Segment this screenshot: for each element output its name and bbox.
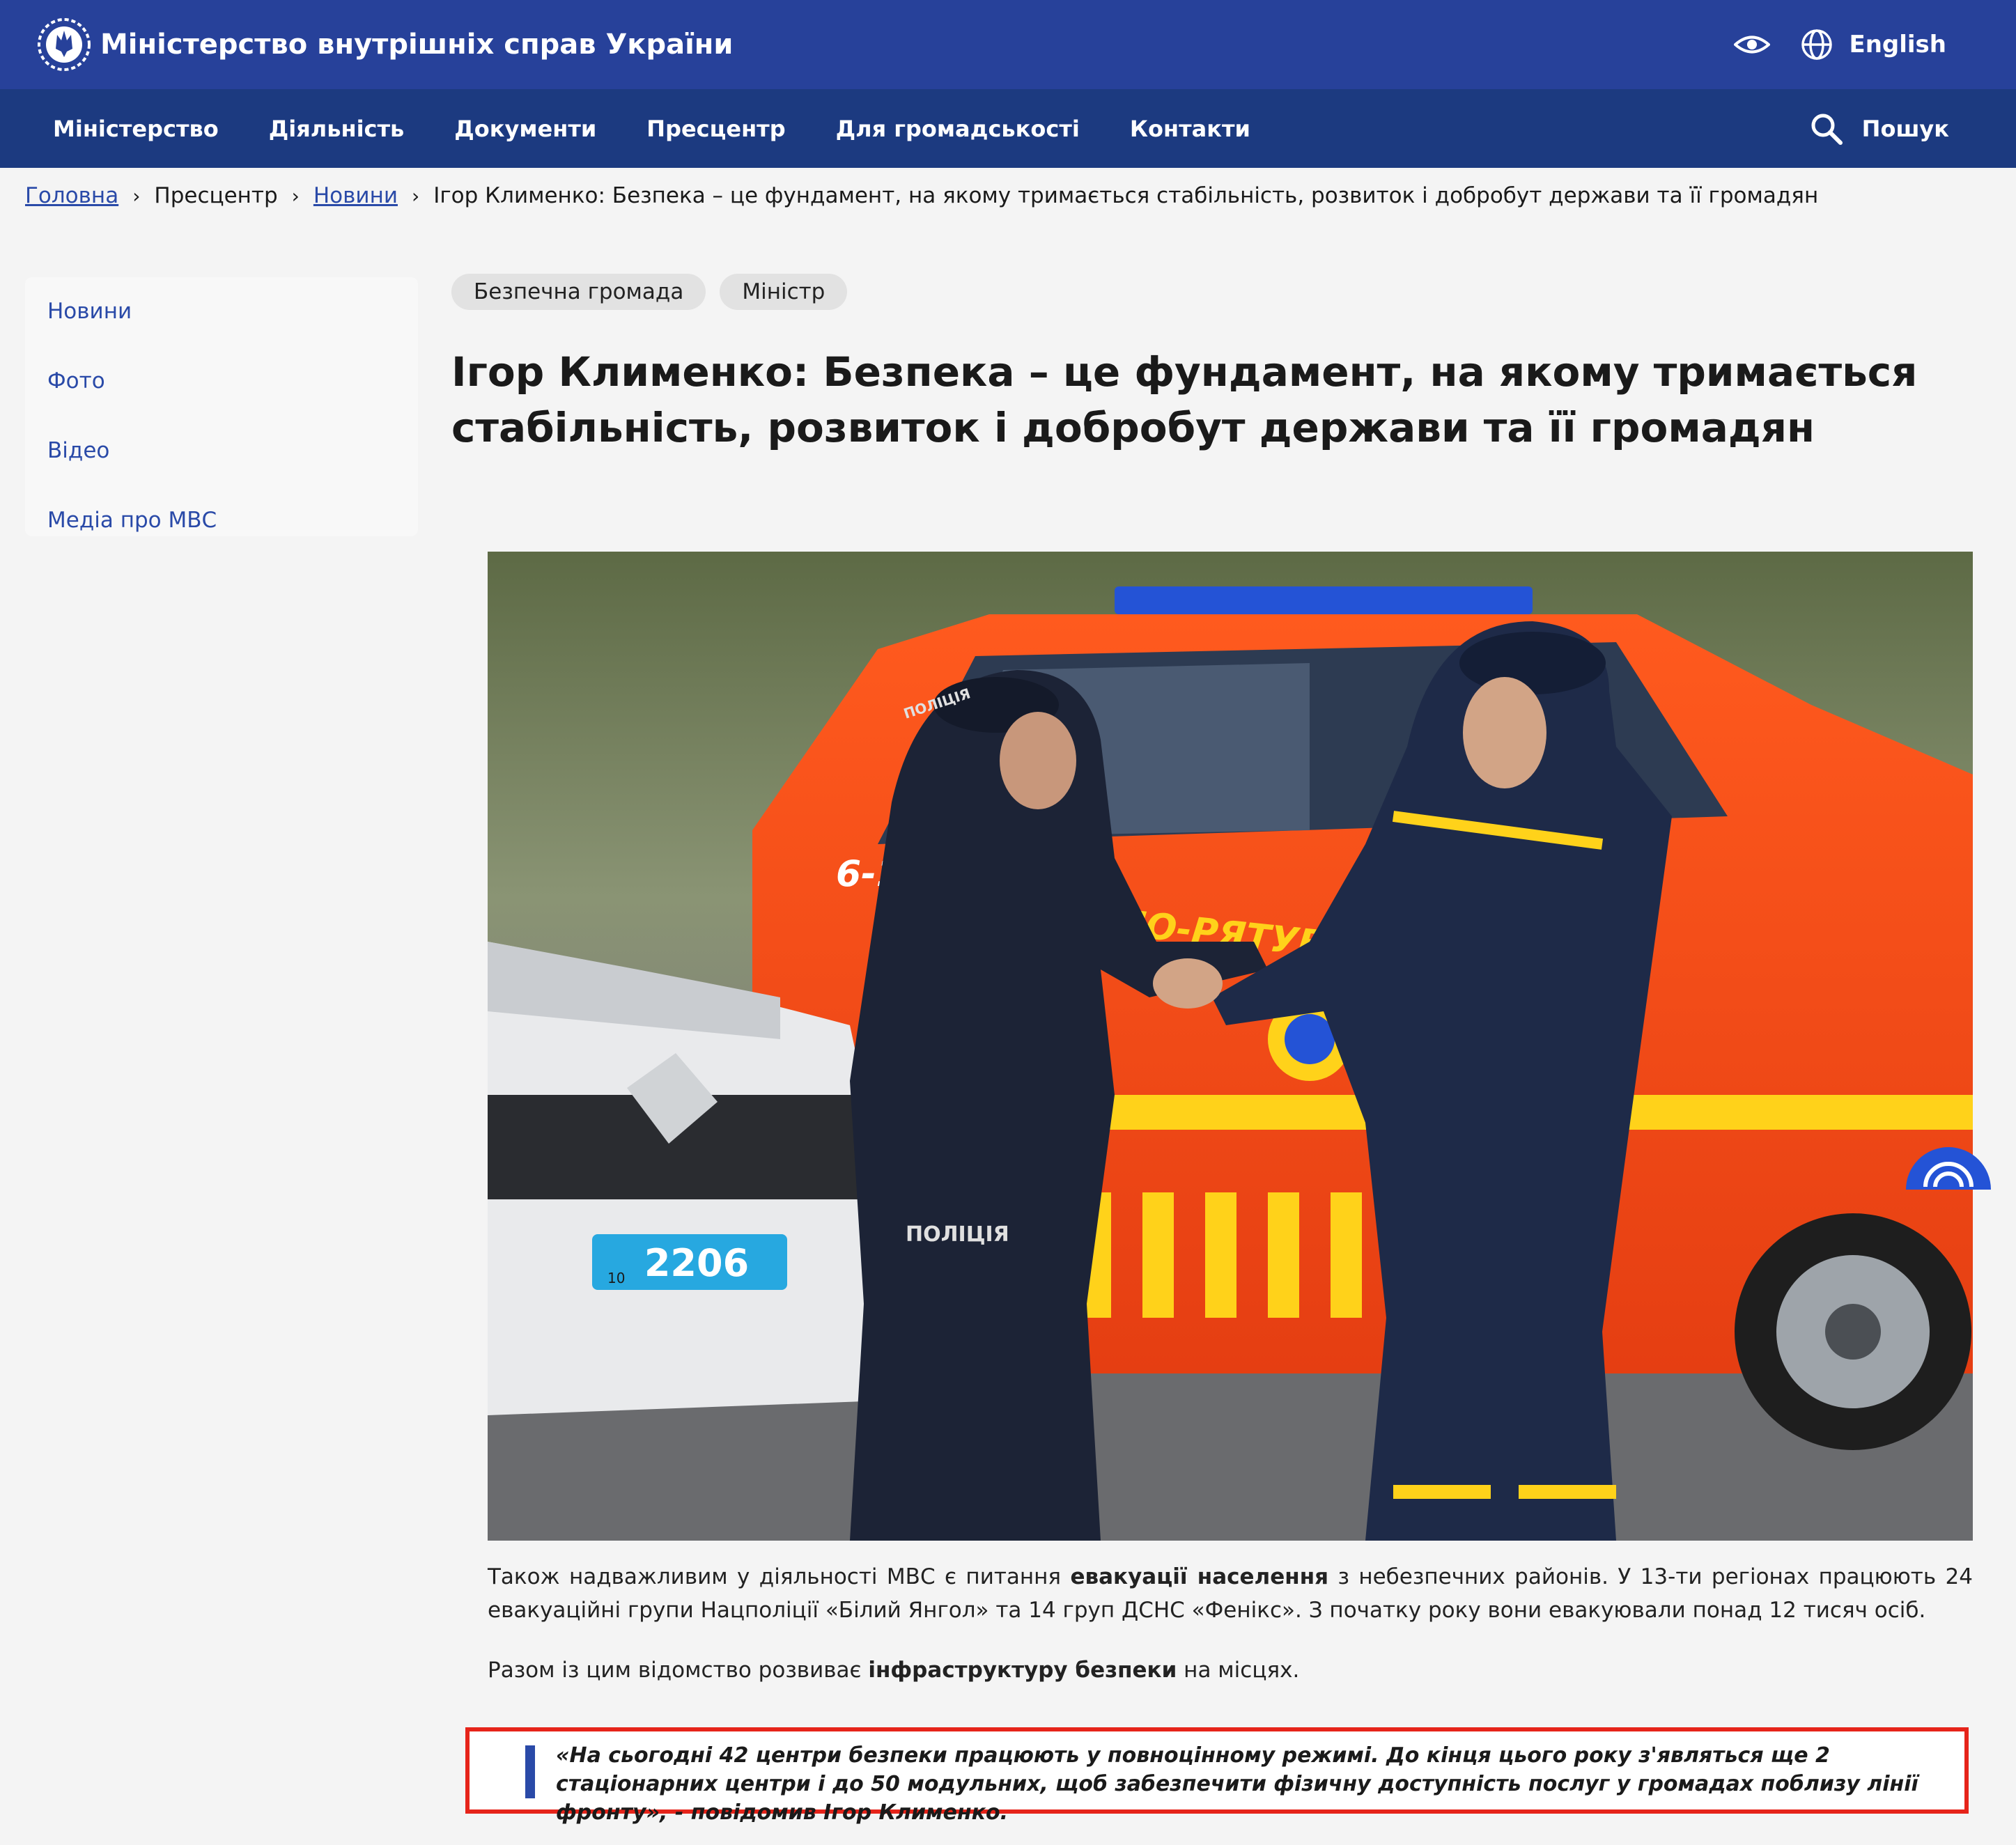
license-plate-region: 10: [607, 1270, 625, 1286]
top-header: Міністерство внутрішніх справ України En…: [0, 0, 2016, 89]
trident-emblem-icon: [38, 18, 91, 71]
main-navigation: Міністерство Діяльність Документи Пресце…: [0, 89, 2016, 168]
section-sidebar: Новини Фото Відео Медіа про МВС: [25, 277, 418, 536]
sidebar-item-video[interactable]: Відео: [25, 435, 418, 504]
sidebar-item-media[interactable]: Медіа про МВС: [25, 504, 418, 574]
sidebar-item-photo[interactable]: Фото: [25, 365, 418, 435]
chevron-right-icon: ›: [132, 184, 141, 208]
article-headline: Ігор Клименко: Безпека – це фундамент, н…: [451, 348, 1918, 451]
chevron-right-icon: ›: [291, 184, 300, 208]
breadcrumb-news-link[interactable]: Новини: [313, 183, 398, 208]
tag-safe-community[interactable]: Безпечна громада: [451, 274, 706, 310]
language-switch-link[interactable]: English: [1849, 31, 1946, 59]
article-paragraph-infrastructure: Разом із цим відомство розвиває інфрастр…: [488, 1658, 1300, 1683]
site-title: Міністерство внутрішніх справ України: [100, 29, 734, 61]
brand-logo-link[interactable]: Міністерство внутрішніх справ України: [36, 13, 733, 77]
breadcrumb-press-center: Пресцентр: [154, 183, 278, 208]
sidebar-item-news[interactable]: Новини: [25, 295, 418, 365]
accessibility-eye-icon[interactable]: [1733, 26, 1771, 63]
article-photo: 6-101 НО-РЯТУВАЛЬН 2206 10 ПОЛІЦІЯ ПОЛІЦ…: [488, 552, 1973, 1541]
search-button[interactable]: Пошук: [1809, 89, 1949, 168]
nav-item-documents[interactable]: Документи: [454, 116, 596, 142]
breadcrumb-home-link[interactable]: Головна: [25, 183, 118, 208]
article-paragraph-evacuation: Також надважливим у діяльності МВС є пит…: [488, 1564, 1973, 1623]
tag-minister[interactable]: Міністр: [720, 274, 848, 310]
nav-item-press-center[interactable]: Пресцентр: [646, 116, 785, 142]
police-back-label: ПОЛІЦІЯ: [906, 1222, 1009, 1247]
nav-item-contacts[interactable]: Контакти: [1130, 116, 1250, 142]
license-plate-number: 2206: [644, 1241, 749, 1285]
quote-text: «На сьогодні 42 центри безпеки працюють …: [556, 1743, 1918, 1825]
quote-accent-bar: [525, 1745, 535, 1798]
breadcrumb: Головна › Пресцентр › Новини › Ігор Клим…: [25, 180, 1818, 212]
article-tags: Безпечна громада Міністр: [451, 274, 861, 310]
article-quote: «На сьогодні 42 центри безпеки працюють …: [465, 1727, 1969, 1825]
accessibility-widget-icon[interactable]: [1906, 1146, 1991, 1190]
nav-item-ministry[interactable]: Міністерство: [53, 116, 219, 142]
nav-item-activity[interactable]: Діяльність: [269, 116, 405, 142]
search-icon: [1811, 114, 1843, 145]
nav-item-for-public[interactable]: Для громадськості: [836, 116, 1080, 142]
globe-icon: [1801, 29, 1833, 60]
chevron-right-icon: ›: [411, 184, 420, 208]
search-label: Пошук: [1861, 115, 1949, 142]
breadcrumb-current-page: Ігор Клименко: Безпека – це фундамент, н…: [433, 183, 1819, 208]
